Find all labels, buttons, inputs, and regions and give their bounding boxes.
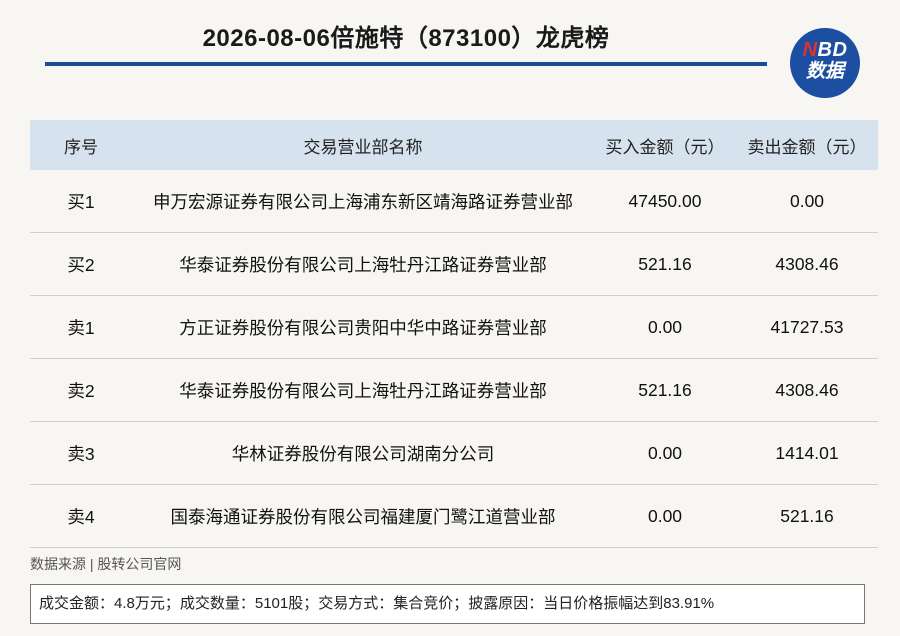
table-row: 卖4 国泰海通证券股份有限公司福建厦门鹭江道营业部 0.00 521.16 bbox=[30, 484, 878, 548]
header-sell-amount: 卖出金额（元） bbox=[736, 120, 878, 170]
cell-buy: 0.00 bbox=[594, 484, 736, 548]
data-source-note: 数据来源 | 股转公司官网 bbox=[30, 556, 182, 572]
header-branch-name: 交易营业部名称 bbox=[132, 120, 594, 170]
cell-buy: 0.00 bbox=[594, 295, 736, 359]
page-title: 2026-08-06倍施特（873100）龙虎榜 bbox=[202, 25, 610, 52]
cell-branch: 华泰证券股份有限公司上海牡丹江路证券营业部 bbox=[132, 358, 594, 422]
cell-index: 买2 bbox=[30, 232, 132, 296]
cell-branch: 方正证券股份有限公司贵阳中华中路证券营业部 bbox=[132, 295, 594, 359]
cell-buy: 521.16 bbox=[594, 358, 736, 422]
cell-buy: 47450.00 bbox=[594, 170, 736, 233]
nbd-logo: NBD 数据 bbox=[790, 28, 860, 98]
cell-branch: 华泰证券股份有限公司上海牡丹江路证券营业部 bbox=[132, 232, 594, 296]
header-index: 序号 bbox=[30, 120, 132, 170]
cell-sell: 1414.01 bbox=[736, 421, 878, 485]
dragon-tiger-table: 序号 交易营业部名称 买入金额（元） 卖出金额（元） 买1 申万宏源证券有限公司… bbox=[30, 120, 878, 548]
cell-branch: 国泰海通证券股份有限公司福建厦门鹭江道营业部 bbox=[132, 484, 594, 548]
cell-index: 卖1 bbox=[30, 295, 132, 359]
table-row: 卖2 华泰证券股份有限公司上海牡丹江路证券营业部 521.16 4308.46 bbox=[30, 358, 878, 422]
logo-letter-n: N bbox=[802, 39, 818, 61]
cell-sell: 4308.46 bbox=[736, 232, 878, 296]
cell-sell: 41727.53 bbox=[736, 295, 878, 359]
cell-buy: 0.00 bbox=[594, 421, 736, 485]
cell-sell: 4308.46 bbox=[736, 358, 878, 422]
trade-summary-box: 成交金额：4.8万元；成交数量：5101股；交易方式：集合竞价；披露原因：当日价… bbox=[30, 584, 865, 624]
logo-text-data: 数据 bbox=[805, 61, 844, 82]
cell-sell: 0.00 bbox=[736, 170, 878, 233]
table-row: 买1 申万宏源证券有限公司上海浦东新区靖海路证券营业部 47450.00 0.0… bbox=[30, 170, 878, 233]
header-buy-amount: 买入金额（元） bbox=[594, 120, 736, 170]
table-row: 卖1 方正证券股份有限公司贵阳中华中路证券营业部 0.00 41727.53 bbox=[30, 295, 878, 359]
cell-index: 卖4 bbox=[30, 484, 132, 548]
cell-branch: 申万宏源证券有限公司上海浦东新区靖海路证券营业部 bbox=[132, 170, 594, 233]
logo-letters-bd: BD bbox=[817, 39, 848, 61]
cell-branch: 华林证券股份有限公司湖南分公司 bbox=[132, 421, 594, 485]
cell-index: 卖3 bbox=[30, 421, 132, 485]
table-header-row: 序号 交易营业部名称 买入金额（元） 卖出金额（元） bbox=[30, 120, 878, 170]
title-underline bbox=[45, 62, 767, 66]
table-row: 买2 华泰证券股份有限公司上海牡丹江路证券营业部 521.16 4308.46 bbox=[30, 232, 878, 296]
cell-index: 买1 bbox=[30, 170, 132, 233]
table-row: 卖3 华林证券股份有限公司湖南分公司 0.00 1414.01 bbox=[30, 421, 878, 485]
cell-buy: 521.16 bbox=[594, 232, 736, 296]
cell-index: 卖2 bbox=[30, 358, 132, 422]
cell-sell: 521.16 bbox=[736, 484, 878, 548]
